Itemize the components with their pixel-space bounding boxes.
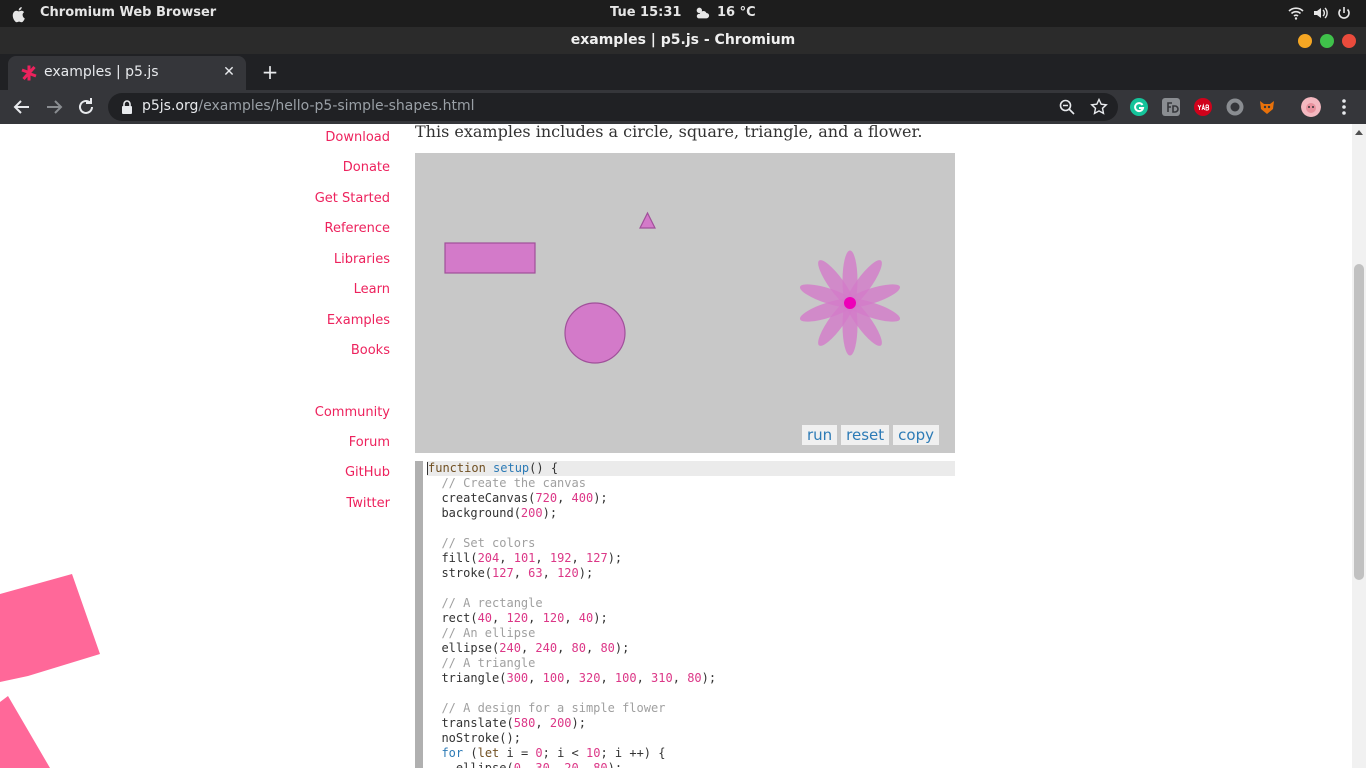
nav-reference[interactable]: Reference — [325, 221, 390, 236]
app-menu-name[interactable]: Chromium Web Browser — [40, 5, 216, 20]
code-line[interactable]: stroke(127, 63, 120); — [427, 566, 593, 581]
tab-strip: examples | p5.js ✕ + — [0, 54, 1366, 90]
sketch-triangle — [639, 211, 656, 229]
nav-forum[interactable]: Forum — [349, 435, 390, 450]
code-line[interactable]: noStroke(); — [427, 731, 520, 746]
code-line[interactable]: rect(40, 120, 120, 40); — [427, 611, 607, 626]
code-line[interactable]: // Create the canvas — [427, 476, 586, 491]
profile-avatar-icon[interactable] — [1301, 97, 1321, 117]
url-text[interactable]: p5js.org/examples/hello-p5-simple-shapes… — [142, 98, 475, 114]
code-editor[interactable]: function setup() { // Create the canvas … — [415, 461, 955, 768]
code-line[interactable]: ellipse(0, 30, 20, 80); — [427, 761, 622, 768]
extension-circle-icon[interactable] — [1225, 97, 1245, 117]
code-line[interactable]: // Set colors — [427, 536, 535, 551]
maximize-button[interactable] — [1320, 34, 1334, 48]
nav-donate[interactable]: Donate — [343, 160, 390, 175]
code-line[interactable]: // A design for a simple flower — [427, 701, 665, 716]
extension-yab-icon[interactable] — [1193, 97, 1213, 117]
scroll-up-arrow-icon[interactable] — [1355, 130, 1363, 135]
reset-button[interactable]: reset — [841, 425, 890, 445]
tab-examples[interactable]: examples | p5.js ✕ — [8, 56, 246, 90]
code-line[interactable]: ellipse(240, 240, 80, 80); — [427, 641, 629, 656]
tab-close-icon[interactable]: ✕ — [220, 63, 238, 81]
code-line[interactable]: function setup() { — [427, 461, 955, 476]
minimize-button[interactable] — [1298, 34, 1312, 48]
nav-get-started[interactable]: Get Started — [315, 191, 390, 206]
url-host: p5js.org — [142, 98, 199, 114]
volume-icon[interactable] — [1312, 5, 1328, 21]
nav-learn[interactable]: Learn — [354, 282, 390, 297]
nav-community[interactable]: Community — [315, 405, 390, 420]
apple-icon[interactable] — [10, 5, 28, 23]
run-button[interactable]: run — [801, 425, 838, 445]
clock[interactable]: Tue 15:31 — [610, 5, 681, 20]
extension-fox-icon[interactable] — [1257, 97, 1277, 117]
sketch-drawing — [444, 211, 901, 364]
sketch-canvas[interactable]: run reset copy — [415, 153, 955, 453]
os-top-bar: Chromium Web Browser Tue 15:31 16 °C — [0, 0, 1366, 27]
lock-icon[interactable] — [120, 99, 134, 115]
nav-books[interactable]: Books — [351, 343, 390, 358]
bookmark-star-icon[interactable] — [1090, 98, 1108, 116]
nav-libraries[interactable]: Libraries — [334, 252, 390, 267]
tab-title: examples | p5.js — [44, 64, 159, 80]
nav-examples[interactable]: Examples — [327, 313, 390, 328]
close-window-button[interactable] — [1342, 34, 1356, 48]
window-title: examples | p5.js - Chromium — [570, 32, 796, 48]
zoom-icon[interactable] — [1058, 98, 1076, 116]
nav-twitter[interactable]: Twitter — [346, 496, 390, 511]
temperature: 16 °C — [717, 5, 756, 20]
code-line[interactable]: for (let i = 0; i < 10; i ++) { — [427, 746, 665, 761]
sketch-rectangle — [444, 242, 536, 274]
window-controls — [1298, 34, 1356, 48]
page-scrollbar[interactable] — [1352, 124, 1366, 768]
reload-icon[interactable] — [74, 95, 98, 119]
weather-cloud-sun-icon — [696, 7, 710, 19]
url-path: /examples/hello-p5-simple-shapes.html — [198, 98, 475, 114]
browser-toolbar: p5js.org/examples/hello-p5-simple-shapes… — [0, 90, 1366, 124]
nav-github[interactable]: GitHub — [345, 465, 390, 480]
code-line[interactable]: // An ellipse — [427, 626, 535, 641]
sketch-flower — [799, 250, 901, 356]
decorative-pink-shapes — [0, 574, 100, 768]
code-line[interactable]: fill(204, 101, 192, 127); — [427, 551, 622, 566]
system-tray[interactable] — [1288, 5, 1352, 21]
extension-fb-icon[interactable] — [1161, 97, 1181, 117]
address-bar[interactable]: p5js.org/examples/hello-p5-simple-shapes… — [108, 93, 1118, 121]
copy-button[interactable]: copy — [893, 425, 939, 445]
code-line[interactable]: triangle(300, 100, 320, 100, 310, 80); — [427, 671, 716, 686]
code-line[interactable]: translate(580, 200); — [427, 716, 586, 731]
web-page: Download Donate Get Started Reference Li… — [0, 124, 1352, 768]
power-icon[interactable] — [1336, 5, 1352, 21]
code-line[interactable]: background(200); — [427, 506, 557, 521]
more-menu-icon[interactable] — [1336, 97, 1352, 117]
p5-asterisk-icon — [21, 65, 37, 81]
example-description: This examples includes a circle, square,… — [415, 124, 923, 141]
scrollbar-thumb[interactable] — [1354, 264, 1364, 580]
nav-download[interactable]: Download — [325, 130, 390, 145]
forward-icon[interactable] — [42, 95, 66, 119]
sketch-controls: run reset copy — [801, 425, 939, 445]
code-line[interactable]: createCanvas(720, 400); — [427, 491, 607, 506]
grammarly-extension-icon[interactable] — [1129, 97, 1149, 117]
sketch-circle — [564, 302, 626, 364]
code-line[interactable]: // A rectangle — [427, 596, 542, 611]
back-icon[interactable] — [10, 95, 34, 119]
code-line[interactable]: // A triangle — [427, 656, 535, 671]
new-tab-button[interactable]: + — [258, 60, 282, 84]
wifi-icon[interactable] — [1288, 5, 1304, 21]
window-title-bar: examples | p5.js - Chromium — [0, 27, 1366, 54]
